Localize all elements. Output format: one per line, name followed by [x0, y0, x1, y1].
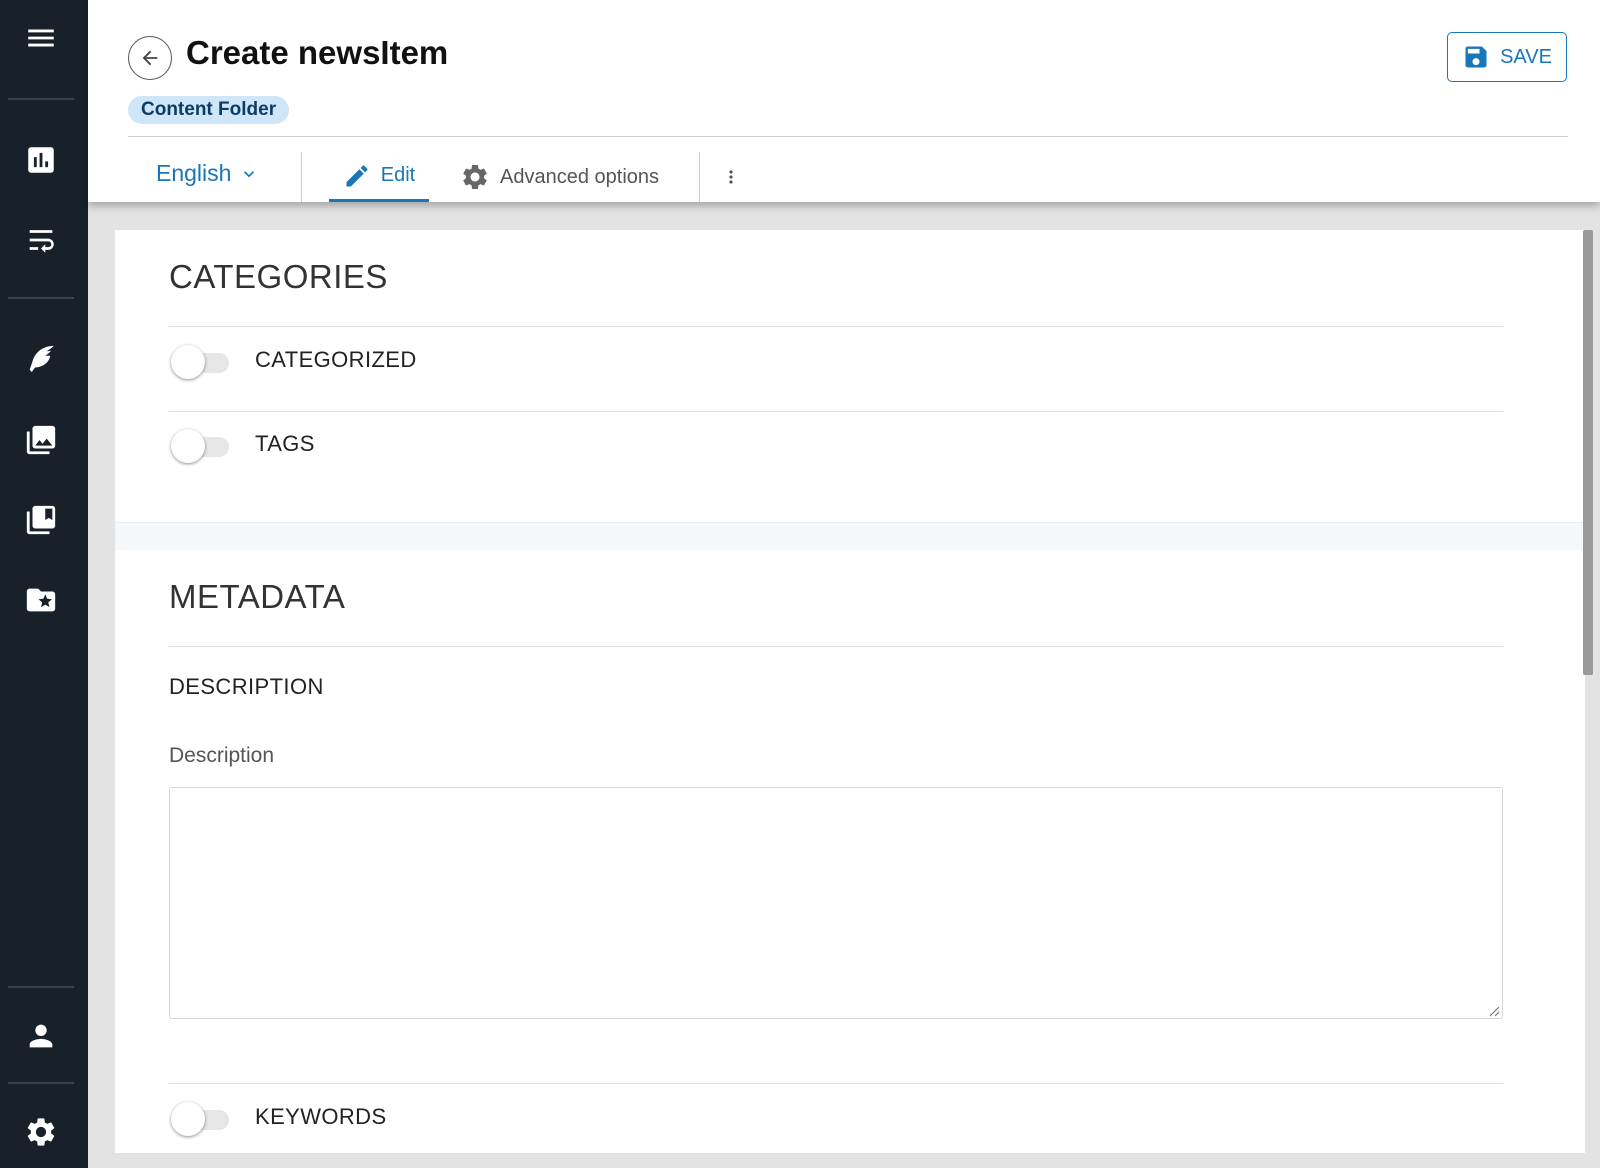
sidebar-item-analytics[interactable] — [0, 128, 82, 192]
sidebar — [0, 0, 88, 1168]
sidebar-divider — [8, 297, 74, 299]
language-select[interactable]: English — [156, 160, 259, 187]
page-header: Create newsItem Content Folder SAVE Engl… — [88, 0, 1600, 202]
keywords-toggle-row[interactable]: KEYWORDS — [171, 1100, 387, 1136]
toggle-knob — [171, 1102, 205, 1136]
bar-chart-icon — [28, 147, 54, 173]
feather-icon — [29, 345, 54, 373]
tags-toggle-row[interactable]: TAGS — [171, 427, 315, 463]
sidebar-item-media[interactable] — [0, 408, 82, 472]
arrow-left-icon — [142, 50, 158, 66]
keywords-toggle[interactable] — [171, 1100, 231, 1136]
more-options-button[interactable] — [721, 162, 741, 192]
save-button[interactable]: SAVE — [1447, 32, 1567, 82]
tab-edit[interactable]: Edit — [329, 152, 429, 202]
chevron-down-icon — [244, 170, 255, 177]
row-divider — [169, 1083, 1503, 1084]
floppy-disk-icon — [1465, 46, 1487, 68]
menu-button[interactable] — [0, 6, 82, 70]
tab-advanced-options-label: Advanced options — [500, 165, 660, 188]
sidebar-divider — [8, 98, 74, 100]
categorized-label: CATEGORIZED — [255, 347, 417, 372]
section-divider — [169, 326, 1503, 327]
row-divider — [169, 411, 1503, 412]
save-button-label: SAVE — [1500, 45, 1552, 68]
section-divider — [169, 646, 1503, 647]
back-button[interactable] — [128, 36, 172, 80]
page-title: Create newsItem — [186, 34, 449, 71]
description-textarea[interactable] — [169, 787, 1503, 1019]
sidebar-item-content[interactable] — [0, 328, 82, 392]
categories-title: CATEGORIES — [169, 258, 388, 295]
content-folder-badge: Content Folder — [128, 96, 290, 124]
description-heading: DESCRIPTION — [169, 674, 324, 699]
toggle-knob — [171, 429, 205, 463]
sidebar-item-settings[interactable] — [0, 1100, 82, 1164]
toggle-knob — [171, 345, 205, 379]
tags-label: TAGS — [255, 431, 315, 456]
keywords-label: KEYWORDS — [255, 1104, 387, 1129]
toolbar-divider — [699, 152, 700, 202]
resize-grip-icon[interactable] — [1488, 1004, 1500, 1017]
metadata-title: METADATA — [169, 578, 346, 615]
sidebar-item-favorites[interactable] — [0, 568, 82, 632]
header-divider — [128, 136, 1568, 137]
editor-content: CATEGORIES CATEGORIZED TAGS METADATA DES… — [115, 230, 1585, 1153]
tab-advanced-options[interactable]: Advanced options — [460, 152, 659, 202]
sidebar-item-collections[interactable] — [0, 488, 82, 552]
image-library-icon — [26, 425, 56, 455]
gear-icon — [463, 165, 487, 189]
sidebar-divider — [8, 986, 74, 988]
bookmark-library-icon — [26, 505, 56, 535]
language-select-value: English — [156, 160, 232, 186]
tab-edit-label: Edit — [380, 164, 416, 186]
content-scrollbar[interactable] — [1583, 230, 1593, 675]
sidebar-item-workflow[interactable] — [0, 208, 82, 272]
toolbar-divider — [301, 152, 302, 202]
star-folder-icon — [26, 588, 56, 612]
more-vert-icon — [729, 170, 733, 184]
wrap-text-icon — [29, 230, 54, 253]
gear-icon — [27, 1118, 55, 1146]
person-icon — [29, 1024, 53, 1048]
categorized-toggle-row[interactable]: CATEGORIZED — [171, 343, 417, 379]
categorized-toggle[interactable] — [171, 343, 231, 379]
tags-toggle[interactable] — [171, 427, 231, 463]
sidebar-item-account[interactable] — [0, 1004, 82, 1068]
description-label: Description — [169, 744, 275, 767]
sidebar-divider — [8, 1082, 74, 1084]
section-gap — [115, 522, 1585, 550]
pencil-icon — [346, 164, 368, 186]
hamburger-icon — [28, 29, 54, 47]
